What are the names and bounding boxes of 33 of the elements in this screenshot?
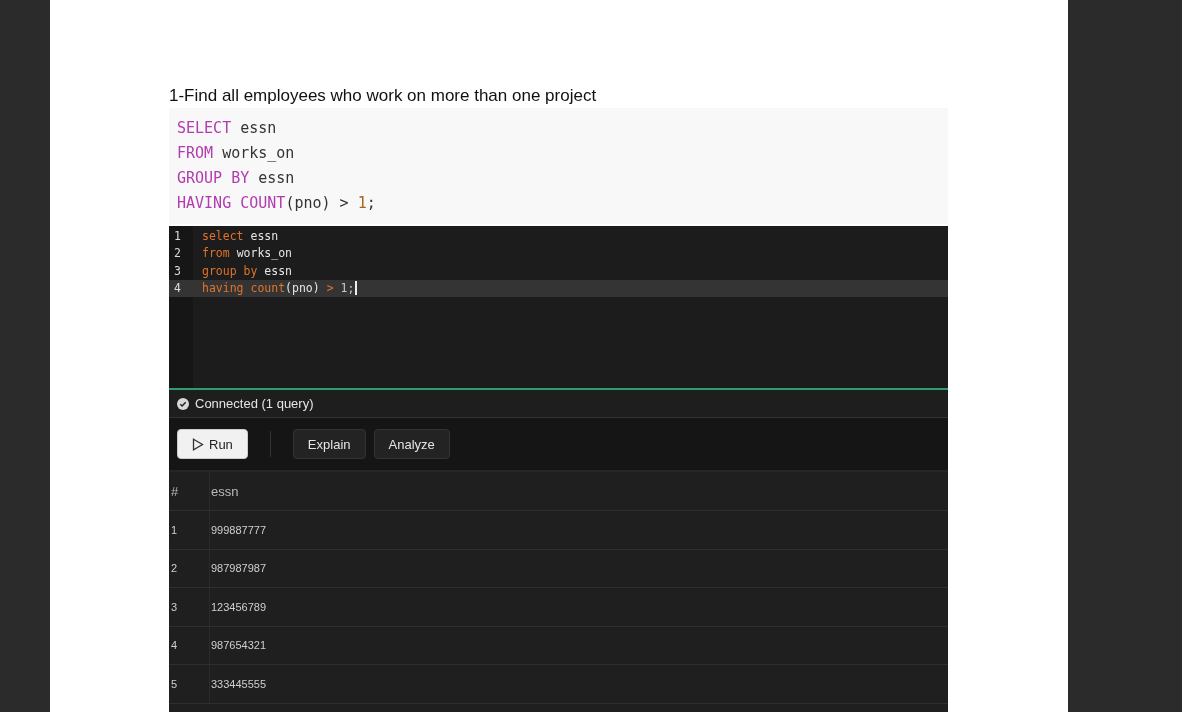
row-number: 4 [169, 626, 210, 664]
table-cell: 987987987 [210, 562, 267, 575]
table-cell: 333445555 [210, 677, 267, 690]
text-cursor [355, 281, 357, 296]
line-number: 3 [173, 263, 182, 278]
connection-status: Connected (1 query) [195, 396, 314, 411]
row-number: 2 [169, 549, 210, 587]
question-heading: 1-Find all employees who work on more than one project [169, 85, 598, 107]
code-line: group by essn [202, 263, 292, 278]
row-number: 3 [169, 588, 210, 626]
row-number: 5 [169, 665, 210, 703]
sql-editor[interactable]: 1 select essn 2 from works_on 3 group by essn 4 having count(pno) > 1; [169, 226, 948, 390]
line-number: 1 [173, 228, 182, 243]
run-button[interactable]: Run [177, 429, 248, 459]
code-line: HAVING COUNT(pno) > 1; [177, 193, 377, 214]
line-number: 4 [173, 281, 182, 296]
code-line: SELECT essn [177, 118, 278, 139]
column-header: essn [210, 483, 239, 499]
line-number: 2 [173, 246, 182, 261]
check-circle-icon [177, 397, 189, 410]
column-header: # [169, 472, 210, 510]
play-icon [192, 437, 204, 451]
code-line: FROM works_on [177, 143, 296, 164]
code-line: having count(pno) > 1; [202, 281, 355, 296]
toolbar-button[interactable]: Explain [292, 429, 366, 459]
table-cell: 123456789 [210, 600, 267, 613]
table-cell: 987654321 [210, 639, 267, 652]
code-line: from works_on [202, 246, 292, 261]
code-line: select essn [202, 228, 279, 243]
row-number: 1 [169, 511, 210, 549]
table-cell: 999887777 [210, 523, 267, 536]
toolbar-button[interactable]: Analyze [373, 429, 450, 459]
code-line: GROUP BY essn [177, 168, 296, 189]
